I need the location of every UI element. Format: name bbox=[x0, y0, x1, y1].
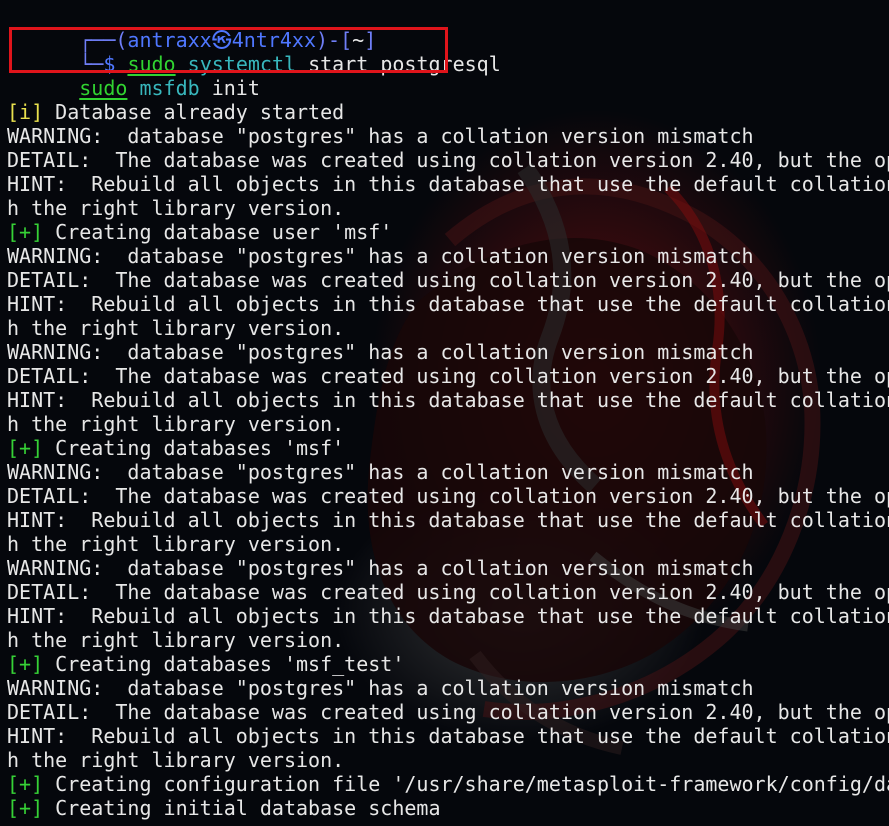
output-text: Creating configuration file '/usr/share/… bbox=[43, 772, 889, 796]
output-text: DETAIL: The database was created using c… bbox=[7, 364, 889, 388]
output-line: HINT: Rebuild all objects in this databa… bbox=[7, 172, 889, 196]
cursor-line[interactable] bbox=[7, 812, 92, 826]
output-line: DETAIL: The database was created using c… bbox=[7, 268, 889, 292]
output-line: HINT: Rebuild all objects in this databa… bbox=[7, 604, 889, 628]
command-sudo-2: sudo bbox=[79, 76, 128, 100]
output-line: h the right library version. bbox=[7, 748, 344, 772]
output-line: DETAIL: The database was created using c… bbox=[7, 148, 889, 172]
command-args-1: start postgresql bbox=[296, 52, 501, 76]
command-args-2: init bbox=[199, 76, 260, 100]
output-line: WARNING: database "postgres" has a colla… bbox=[7, 340, 754, 364]
output-line: WARNING: database "postgres" has a colla… bbox=[7, 124, 754, 148]
success-tag: [+] bbox=[7, 436, 44, 460]
output-text: WARNING: database "postgres" has a colla… bbox=[7, 124, 754, 148]
output-text: WARNING: database "postgres" has a colla… bbox=[7, 340, 754, 364]
output-text: Creating database user 'msf' bbox=[43, 220, 393, 244]
output-text: h the right library version. bbox=[7, 532, 345, 556]
output-text: HINT: Rebuild all objects in this databa… bbox=[7, 604, 889, 628]
output-text: h the right library version. bbox=[7, 628, 345, 652]
command-line-1[interactable]: └─$ sudo systemctl start postgresql bbox=[7, 28, 500, 76]
output-line: h the right library version. bbox=[7, 316, 344, 340]
output-text: Creating initial database schema bbox=[43, 796, 441, 820]
output-line: h the right library version. bbox=[7, 412, 344, 436]
output-line: WARNING: database "postgres" has a colla… bbox=[7, 556, 754, 580]
output-text: h the right library version. bbox=[7, 196, 345, 220]
output-text: WARNING: database "postgres" has a colla… bbox=[7, 460, 754, 484]
output-line: HINT: Rebuild all objects in this databa… bbox=[7, 508, 889, 532]
output-text: DETAIL: The database was created using c… bbox=[7, 700, 889, 724]
output-text: Database already started bbox=[43, 100, 345, 124]
output-text: DETAIL: The database was created using c… bbox=[7, 580, 889, 604]
output-text: HINT: Rebuild all objects in this databa… bbox=[7, 292, 889, 316]
command-program-2: msfdb bbox=[139, 76, 200, 100]
output-line: DETAIL: The database was created using c… bbox=[7, 484, 889, 508]
output-text: WARNING: database "postgres" has a colla… bbox=[7, 244, 754, 268]
output-line: WARNING: database "postgres" has a colla… bbox=[7, 244, 754, 268]
command-line-2[interactable]: sudo msfdb init bbox=[7, 52, 260, 100]
output-text: h the right library version. bbox=[7, 316, 345, 340]
output-text: HINT: Rebuild all objects in this databa… bbox=[7, 724, 889, 748]
output-text: h the right library version. bbox=[7, 748, 345, 772]
output-line: WARNING: database "postgres" has a colla… bbox=[7, 460, 754, 484]
output-line: DETAIL: The database was created using c… bbox=[7, 364, 889, 388]
output-line: DETAIL: The database was created using c… bbox=[7, 700, 889, 724]
output-line: h the right library version. bbox=[7, 196, 344, 220]
terminal-window[interactable]: ┌──(antraxx㉿4ntr4xx)-[~] └─$ sudo system… bbox=[0, 0, 889, 826]
output-line: [+] Creating databases 'msf_test' bbox=[7, 652, 404, 676]
terminal-screen[interactable]: ┌──(antraxx㉿4ntr4xx)-[~] └─$ sudo system… bbox=[0, 0, 889, 826]
info-tag: [i] bbox=[7, 100, 44, 124]
output-line: HINT: Rebuild all objects in this databa… bbox=[7, 292, 889, 316]
output-text: h the right library version. bbox=[7, 412, 345, 436]
output-text: WARNING: database "postgres" has a colla… bbox=[7, 556, 754, 580]
output-text: DETAIL: The database was created using c… bbox=[7, 484, 889, 508]
success-tag: [+] bbox=[7, 652, 44, 676]
output-line: HINT: Rebuild all objects in this databa… bbox=[7, 724, 889, 748]
output-text: WARNING: database "postgres" has a colla… bbox=[7, 676, 754, 700]
output-line: [i] Database already started bbox=[7, 100, 344, 124]
output-line: [+] Creating databases 'msf' bbox=[7, 436, 344, 460]
output-text: HINT: Rebuild all objects in this databa… bbox=[7, 172, 889, 196]
output-text: DETAIL: The database was created using c… bbox=[7, 148, 889, 172]
prompt-top-line: ┌──(antraxx㉿4ntr4xx)-[~] bbox=[7, 4, 376, 52]
output-text: DETAIL: The database was created using c… bbox=[7, 268, 889, 292]
output-line: HINT: Rebuild all objects in this databa… bbox=[7, 388, 889, 412]
success-tag: [+] bbox=[7, 220, 44, 244]
output-line: [+] Creating configuration file '/usr/sh… bbox=[7, 772, 889, 796]
output-line: h the right library version. bbox=[7, 532, 344, 556]
output-line: DETAIL: The database was created using c… bbox=[7, 580, 889, 604]
output-text: HINT: Rebuild all objects in this databa… bbox=[7, 388, 889, 412]
output-line: [+] Creating database user 'msf' bbox=[7, 220, 392, 244]
output-line: WARNING: database "postgres" has a colla… bbox=[7, 676, 754, 700]
output-line: h the right library version. bbox=[7, 628, 344, 652]
output-text: Creating databases 'msf' bbox=[43, 436, 345, 460]
success-tag: [+] bbox=[7, 772, 44, 796]
output-text: Creating databases 'msf_test' bbox=[43, 652, 405, 676]
output-text: HINT: Rebuild all objects in this databa… bbox=[7, 508, 889, 532]
